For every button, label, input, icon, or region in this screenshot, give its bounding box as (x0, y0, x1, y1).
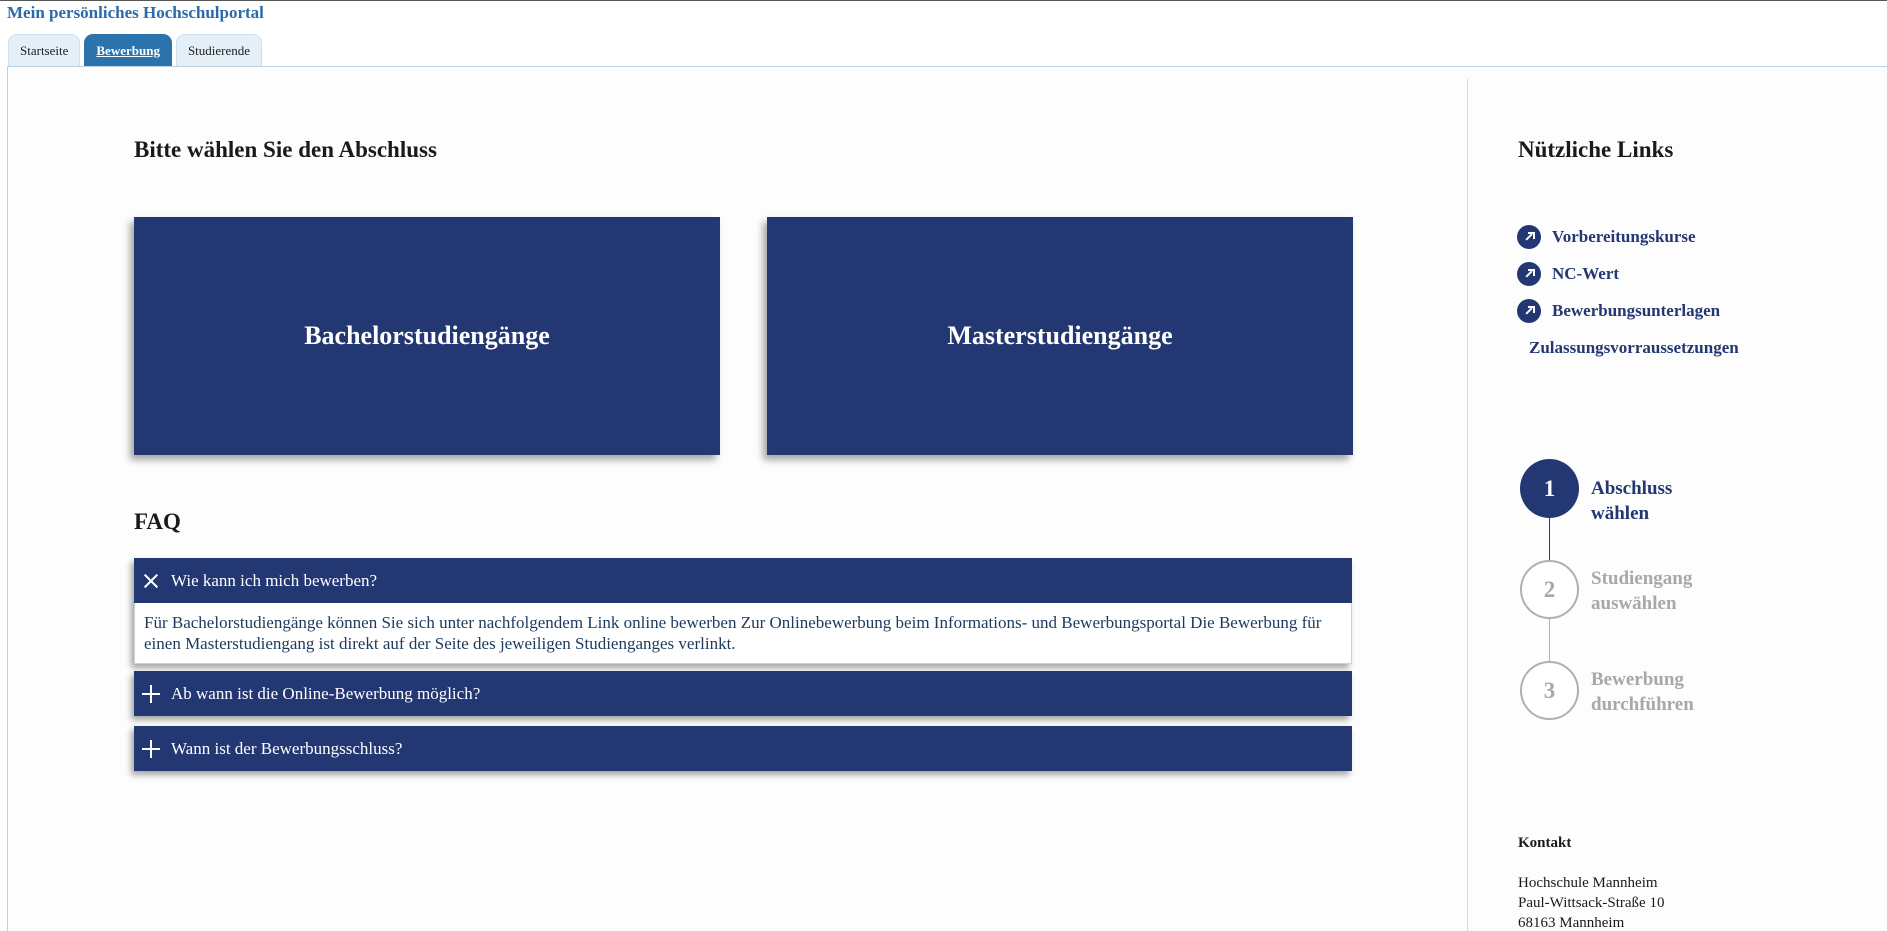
tab-bewerbung[interactable]: Bewerbung (84, 34, 172, 66)
link-nc-wert[interactable]: NC-Wert (1517, 255, 1739, 292)
faq-item-3: Wann ist der Bewerbungsschluss? (134, 726, 1352, 771)
external-link-icon (1517, 261, 1541, 286)
faq-question-text: Ab wann ist die Online-Bewerbung möglich… (171, 683, 481, 703)
contact-block: Kontakt Hochschule Mannheim Paul-Wittsac… (1518, 833, 1664, 931)
faq-question-text: Wann ist der Bewerbungsschluss? (171, 738, 403, 758)
external-link-icon (1517, 298, 1541, 323)
step-label: Studiengang auswählen (1591, 568, 1693, 614)
plus-icon (142, 739, 160, 758)
faq-item-2: Ab wann ist die Online-Bewerbung möglich… (134, 671, 1352, 716)
step-label: Bewerbung durchführen (1591, 669, 1694, 715)
step-connector (1549, 619, 1550, 661)
link-label: Bewerbungsunterlagen (1552, 300, 1721, 320)
top-border (0, 0, 1887, 1)
tab-startseite[interactable]: Startseite (8, 34, 81, 66)
main-tabs: Startseite Bewerbung Studierende (8, 34, 263, 66)
faq-question-1[interactable]: Wie kann ich mich bewerben? (134, 558, 1352, 603)
step-number: 1 (1520, 459, 1579, 518)
faq-question-2[interactable]: Ab wann ist die Online-Bewerbung möglich… (134, 671, 1352, 716)
faq-answer-1: Für Bachelorstudiengänge können Sie sich… (134, 603, 1352, 664)
contact-line: Hochschule Mannheim (1518, 875, 1658, 891)
link-label: Vorbereitungskurse (1552, 226, 1696, 246)
link-zulassungsvorraussetzungen[interactable]: Zulassungsvorraussetzungen (1517, 329, 1739, 366)
portal-title[interactable]: Mein persönliches Hochschulportal (7, 3, 264, 23)
external-link-icon (1517, 224, 1541, 249)
contact-title: Kontakt (1518, 835, 1572, 851)
contact-line: Paul-Wittsack-Straße 10 (1518, 895, 1665, 911)
link-bewerbungsunterlagen[interactable]: Bewerbungsunterlagen (1517, 292, 1739, 329)
useful-links: Vorbereitungskurse NC-Wert Bewerbungsunt… (1517, 218, 1739, 366)
degree-heading: Bitte wählen Sie den Abschluss (134, 137, 437, 162)
step-label: Abschluss wählen (1591, 478, 1673, 524)
step-number: 2 (1520, 560, 1579, 619)
sidebar-divider (1467, 79, 1468, 931)
link-label: NC-Wert (1552, 263, 1620, 283)
faq-heading: FAQ (134, 509, 181, 534)
links-heading: Nützliche Links (1518, 137, 1674, 162)
step-number: 3 (1520, 661, 1579, 720)
step-connector (1549, 518, 1550, 560)
contact-line: 68163 Mannheim (1518, 915, 1625, 931)
master-card[interactable]: Masterstudiengänge (767, 217, 1353, 455)
link-label: Zulassungsvorraussetzungen (1529, 337, 1739, 357)
link-vorbereitungskurse[interactable]: Vorbereitungskurse (1517, 218, 1739, 255)
plus-icon (142, 684, 160, 703)
faq-item-1: Wie kann ich mich bewerben? Für Bachelor… (134, 558, 1352, 664)
close-icon (138, 568, 163, 593)
bachelor-card[interactable]: Bachelorstudiengänge (134, 217, 720, 455)
faq-question-text: Wie kann ich mich bewerben? (171, 570, 378, 590)
tab-studierende[interactable]: Studierende (175, 34, 263, 66)
faq-question-3[interactable]: Wann ist der Bewerbungsschluss? (134, 726, 1352, 771)
